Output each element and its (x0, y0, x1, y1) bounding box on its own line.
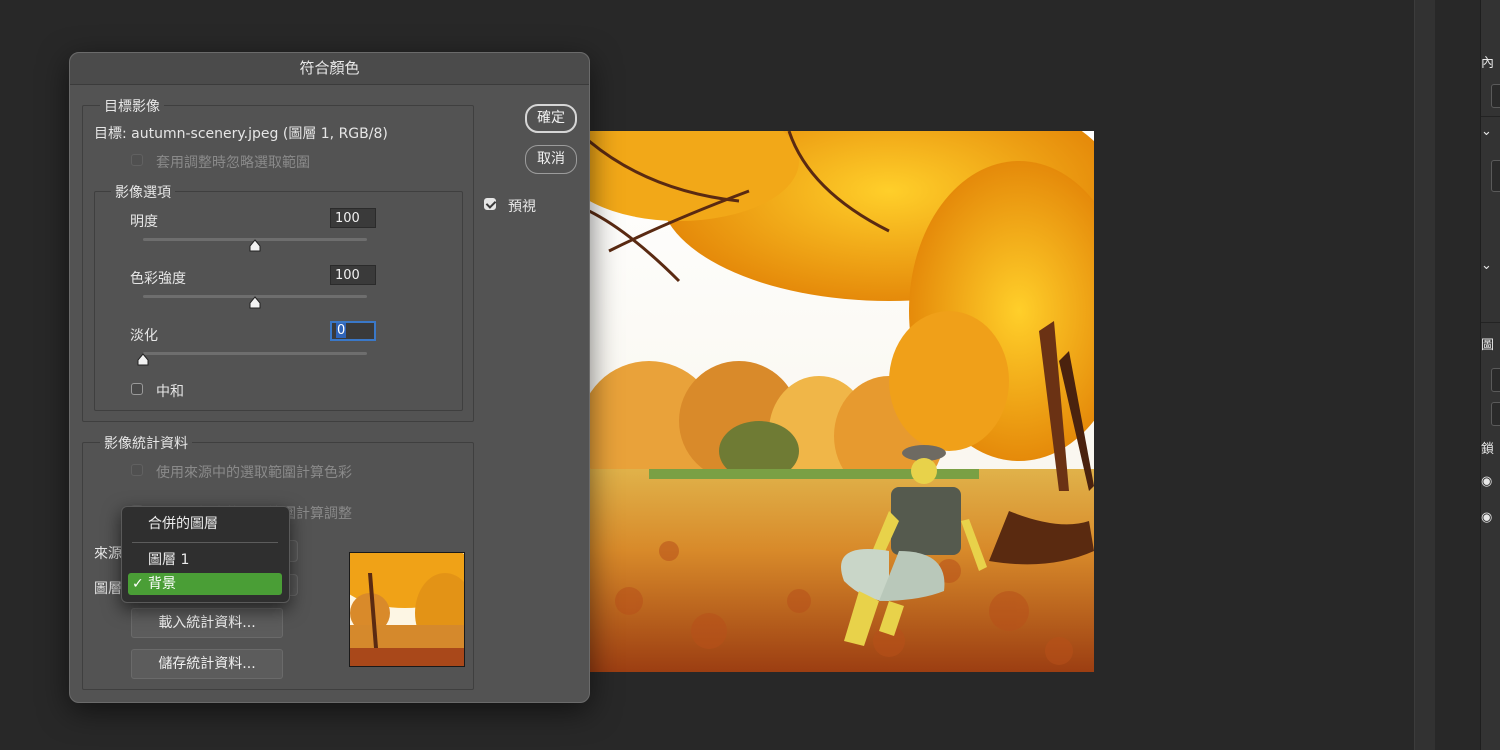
menu-item-layer-1[interactable]: 圖層 1 (128, 549, 282, 571)
save-statistics-button[interactable]: 儲存統計資料... (131, 649, 283, 679)
fade-input-value: 0 (336, 323, 347, 338)
load-statistics-button[interactable]: 載入統計資料... (131, 608, 283, 638)
color-intensity-label: 色彩強度 (130, 271, 186, 287)
menu-item-background-label: 背景 (148, 576, 176, 592)
dialog-title[interactable]: 符合顏色 (70, 53, 589, 85)
menu-item-merged[interactable]: 合併的圖層 (128, 513, 282, 535)
luminance-slider-thumb[interactable] (248, 239, 262, 253)
properties-panel: 內 ⌄ ⌄ 圖 鎖 ◉ ◉ (1480, 0, 1500, 750)
target-file-text: 目標: autumn-scenery.jpeg (圖層 1, RGB/8) (94, 126, 388, 142)
luminance-label: 明度 (130, 214, 158, 230)
ok-button[interactable]: 確定 (525, 104, 577, 133)
source-label: 來源 (94, 546, 122, 562)
preview-label: 預視 (508, 199, 536, 215)
menu-item-background[interactable]: ✓ 背景 (128, 573, 282, 595)
fade-slider-thumb[interactable] (136, 353, 150, 367)
cancel-button[interactable]: 取消 (525, 145, 577, 174)
fade-input[interactable]: 0 (330, 321, 376, 341)
fade-label: 淡化 (130, 328, 158, 344)
checkmark-icon: ✓ (132, 576, 144, 592)
color-intensity-slider-thumb[interactable] (248, 296, 262, 310)
lock-label: 鎖 (1481, 442, 1495, 457)
chevron-down-icon[interactable]: ⌄ (1481, 258, 1500, 273)
luminance-input[interactable]: 100 (330, 208, 376, 228)
fade-slider-track[interactable] (143, 352, 367, 355)
use-source-selection-checkbox[interactable] (131, 464, 143, 476)
image-statistics-legend: 影像統計資料 (100, 433, 192, 453)
preview-checkbox[interactable] (484, 198, 496, 210)
panel-swatch[interactable] (1491, 160, 1500, 192)
panel-divider (1481, 116, 1500, 117)
ignore-selection-label: 套用調整時忽略選取範圍 (156, 155, 310, 171)
color-intensity-input[interactable]: 100 (330, 265, 376, 285)
layer-filter-field[interactable] (1491, 368, 1500, 392)
target-image-legend: 目標影像 (100, 96, 164, 116)
document-canvas[interactable] (589, 131, 1094, 672)
layers-tab-label[interactable]: 圖 (1481, 334, 1500, 353)
neutralize-checkbox[interactable] (131, 383, 143, 395)
chevron-down-icon[interactable]: ⌄ (1481, 124, 1500, 139)
layer-popup-menu: 合併的圖層 圖層 1 ✓ 背景 (121, 506, 290, 603)
layer-label: 圖層 (94, 581, 122, 597)
ignore-selection-checkbox[interactable] (131, 154, 143, 166)
source-thumbnail-image (350, 553, 464, 666)
image-options-legend: 影像選項 (111, 182, 175, 202)
use-source-selection-label: 使用來源中的選取範圍計算色彩 (156, 465, 352, 481)
source-thumbnail (349, 552, 465, 667)
autumn-scenery-image (589, 131, 1094, 672)
eye-icon[interactable]: ◉ (1481, 474, 1500, 489)
blend-mode-field[interactable] (1491, 402, 1500, 426)
panel-dock-strip (1414, 0, 1435, 750)
panel-tab-label[interactable]: 內 (1481, 52, 1500, 71)
panel-field[interactable] (1491, 84, 1500, 108)
menu-divider (132, 542, 278, 543)
eye-icon[interactable]: ◉ (1481, 510, 1500, 525)
panel-divider (1481, 322, 1500, 323)
neutralize-label: 中和 (156, 384, 184, 400)
match-color-dialog: 符合顏色 目標影像 目標: autumn-scenery.jpeg (圖層 1,… (69, 52, 590, 703)
